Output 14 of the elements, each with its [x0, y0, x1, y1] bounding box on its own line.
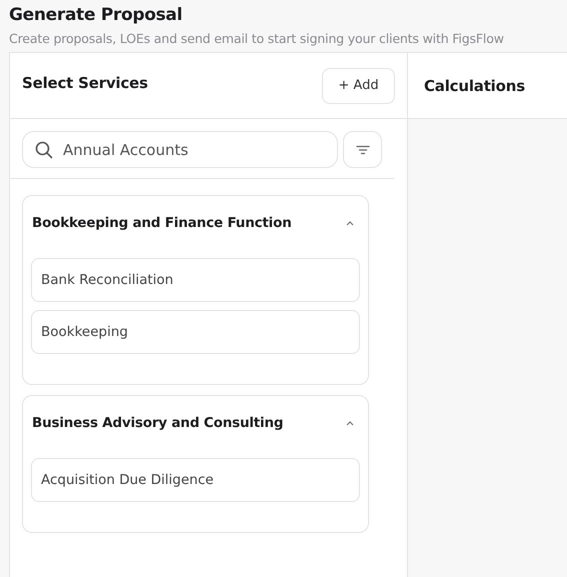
panel-title: Select Services [22, 74, 148, 92]
search-field[interactable]: Annual Accounts [22, 131, 338, 168]
service-item[interactable]: Bank Reconciliation [31, 258, 360, 302]
service-item[interactable]: Acquisition Due Diligence [31, 458, 360, 502]
page-subtitle: Create proposals, LOEs and send email to start signing your clients with FigsFlow [9, 31, 505, 46]
add-button[interactable]: + Add [322, 68, 395, 104]
page-title: Generate Proposal [9, 5, 184, 25]
group-title: Bookkeeping and Finance Function [32, 215, 292, 231]
service-item[interactable]: Bookkeeping [31, 310, 360, 354]
group-title: Business Advisory and Consulting [32, 415, 284, 431]
panel-title: Calculations [424, 76, 525, 94]
chevron-icon[interactable] [344, 419, 356, 427]
chevron-icon[interactable] [344, 219, 356, 227]
filter-icon [356, 144, 370, 154]
